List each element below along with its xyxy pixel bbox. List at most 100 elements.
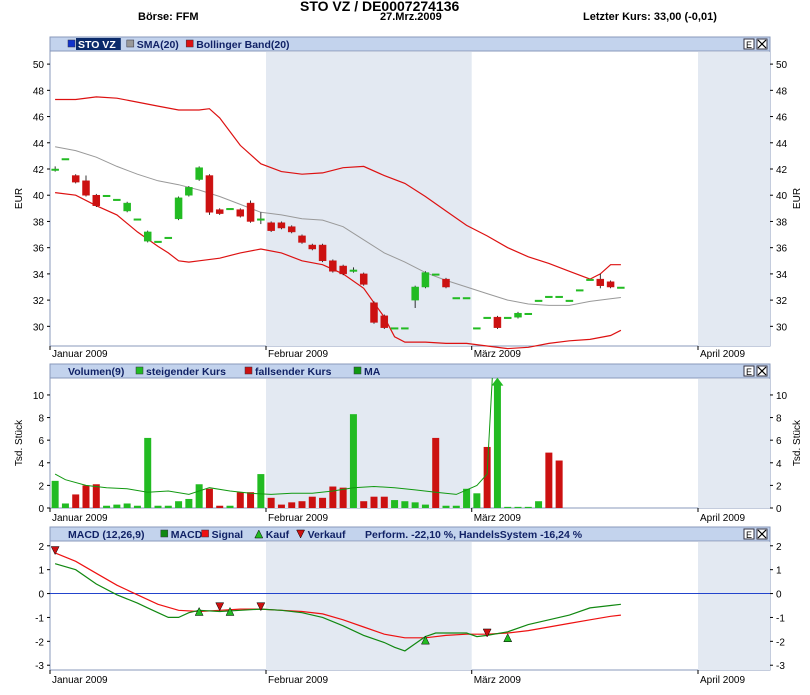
volume-bar	[463, 488, 471, 508]
x-tick-label: März 2009	[474, 675, 522, 686]
edit-icon-label: E	[746, 40, 752, 50]
candle-body	[82, 180, 90, 196]
volume-bar	[216, 505, 224, 508]
y-tick-label-left: 50	[33, 60, 45, 71]
candle-body	[575, 289, 584, 292]
y-tick-label-left: -2	[35, 637, 44, 648]
volume-bar	[380, 496, 388, 508]
candle-body	[596, 278, 605, 286]
y-tick-label-left: 38	[33, 217, 45, 228]
volume-bar	[545, 452, 553, 508]
y-tick-label-right: 2	[776, 542, 782, 553]
legend-swatch	[185, 39, 194, 48]
shaded-band	[266, 52, 472, 346]
y-tick-label-right: 0	[776, 590, 782, 601]
shaded-band	[698, 542, 770, 670]
legend-item: MACD (12,26,9)	[68, 529, 144, 541]
candle-body	[565, 299, 574, 302]
volume-bar	[411, 502, 419, 508]
y-tick-label-left: 4	[38, 459, 44, 470]
y-tick-label-left: 6	[38, 436, 44, 447]
y-tick-label-left: 30	[33, 322, 45, 333]
legend-swatch	[244, 366, 253, 375]
candle-body	[534, 299, 543, 302]
volume-bar	[432, 437, 440, 508]
candle-body	[195, 167, 203, 180]
legend-item: Verkauf	[308, 529, 346, 541]
performance-label: Perform. -22,10 %, HandelsSystem -16,24 …	[365, 529, 583, 541]
candle-body	[318, 244, 327, 262]
volume-bar	[92, 484, 100, 508]
candle-body	[401, 327, 409, 330]
volume-bar	[391, 500, 399, 508]
x-tick-label: Januar 2009	[52, 349, 108, 360]
y-tick-label-left: 10	[33, 391, 45, 402]
y-tick-label-right: 34	[776, 270, 788, 281]
volume-bar	[339, 487, 347, 508]
legend-item: Bollinger Band(20)	[196, 39, 289, 51]
candle-body	[143, 231, 152, 242]
shaded-band	[698, 52, 770, 346]
volume-bar	[524, 506, 532, 508]
volume-bar	[61, 503, 69, 508]
candle-body	[113, 198, 121, 201]
y-tick-label-right: 0	[776, 504, 782, 515]
x-tick-label: April 2009	[700, 513, 745, 524]
volume-bar	[123, 503, 131, 508]
candle-body	[215, 209, 224, 214]
candle-body	[308, 244, 317, 250]
volume-bar	[226, 505, 234, 508]
volume-bar	[195, 484, 203, 508]
candle-body	[174, 197, 183, 220]
candle-body	[555, 295, 563, 298]
y-tick-label-right: 48	[776, 86, 788, 97]
volume-bar	[442, 505, 450, 508]
volume-bar	[349, 414, 357, 508]
y-tick-label-left: 42	[33, 165, 45, 176]
volume-bar	[154, 505, 162, 508]
y-axis-label-left: Tsd. Stück	[14, 419, 25, 466]
candle-body	[390, 327, 399, 330]
edit-icon-label: E	[746, 530, 752, 540]
x-tick-label: Februar 2009	[268, 513, 328, 524]
x-tick-label: Januar 2009	[52, 675, 108, 686]
volume-bar	[113, 504, 121, 508]
volume-bar	[247, 492, 255, 508]
volume-bar	[298, 501, 306, 508]
y-tick-label-right: 32	[776, 296, 788, 307]
candle-body	[473, 327, 481, 330]
shaded-band	[266, 379, 472, 508]
volume-bar	[329, 486, 337, 508]
candle-body	[586, 278, 594, 281]
y-tick-label-right: -1	[776, 613, 785, 624]
volume-bar	[144, 437, 152, 508]
candle-body	[617, 286, 625, 289]
candle-body	[462, 297, 471, 300]
y-tick-label-left: 48	[33, 86, 45, 97]
candle-body	[493, 316, 502, 328]
volume-bar	[370, 496, 378, 508]
volume-bar	[452, 505, 460, 508]
volume-bar	[257, 474, 265, 508]
candle-body	[164, 236, 173, 239]
candle-body	[503, 316, 512, 319]
candle-body	[524, 312, 533, 315]
candle-body	[514, 312, 522, 318]
legend-swatch	[135, 366, 144, 375]
chart-canvas: E30 3032 3234 3436 3638 3840 4042 4244 4446 4648 4…	[14, 36, 803, 686]
y-tick-label-right: 10	[776, 391, 788, 402]
candle-body	[51, 168, 59, 171]
candle-body	[483, 316, 491, 319]
legend-item: MACD	[171, 529, 203, 541]
volume-bar	[267, 497, 275, 508]
y-tick-label-right: -3	[776, 661, 785, 672]
candle-body	[431, 273, 440, 276]
legend-swatch	[353, 366, 362, 375]
volume-bar	[82, 485, 90, 508]
candle-body	[298, 235, 306, 243]
y-tick-label-right: 8	[776, 414, 782, 425]
y-tick-label-right: 50	[776, 60, 788, 71]
y-tick-label-left: 8	[38, 414, 44, 425]
y-tick-label-right: -2	[776, 637, 785, 648]
candle-body	[102, 194, 111, 197]
